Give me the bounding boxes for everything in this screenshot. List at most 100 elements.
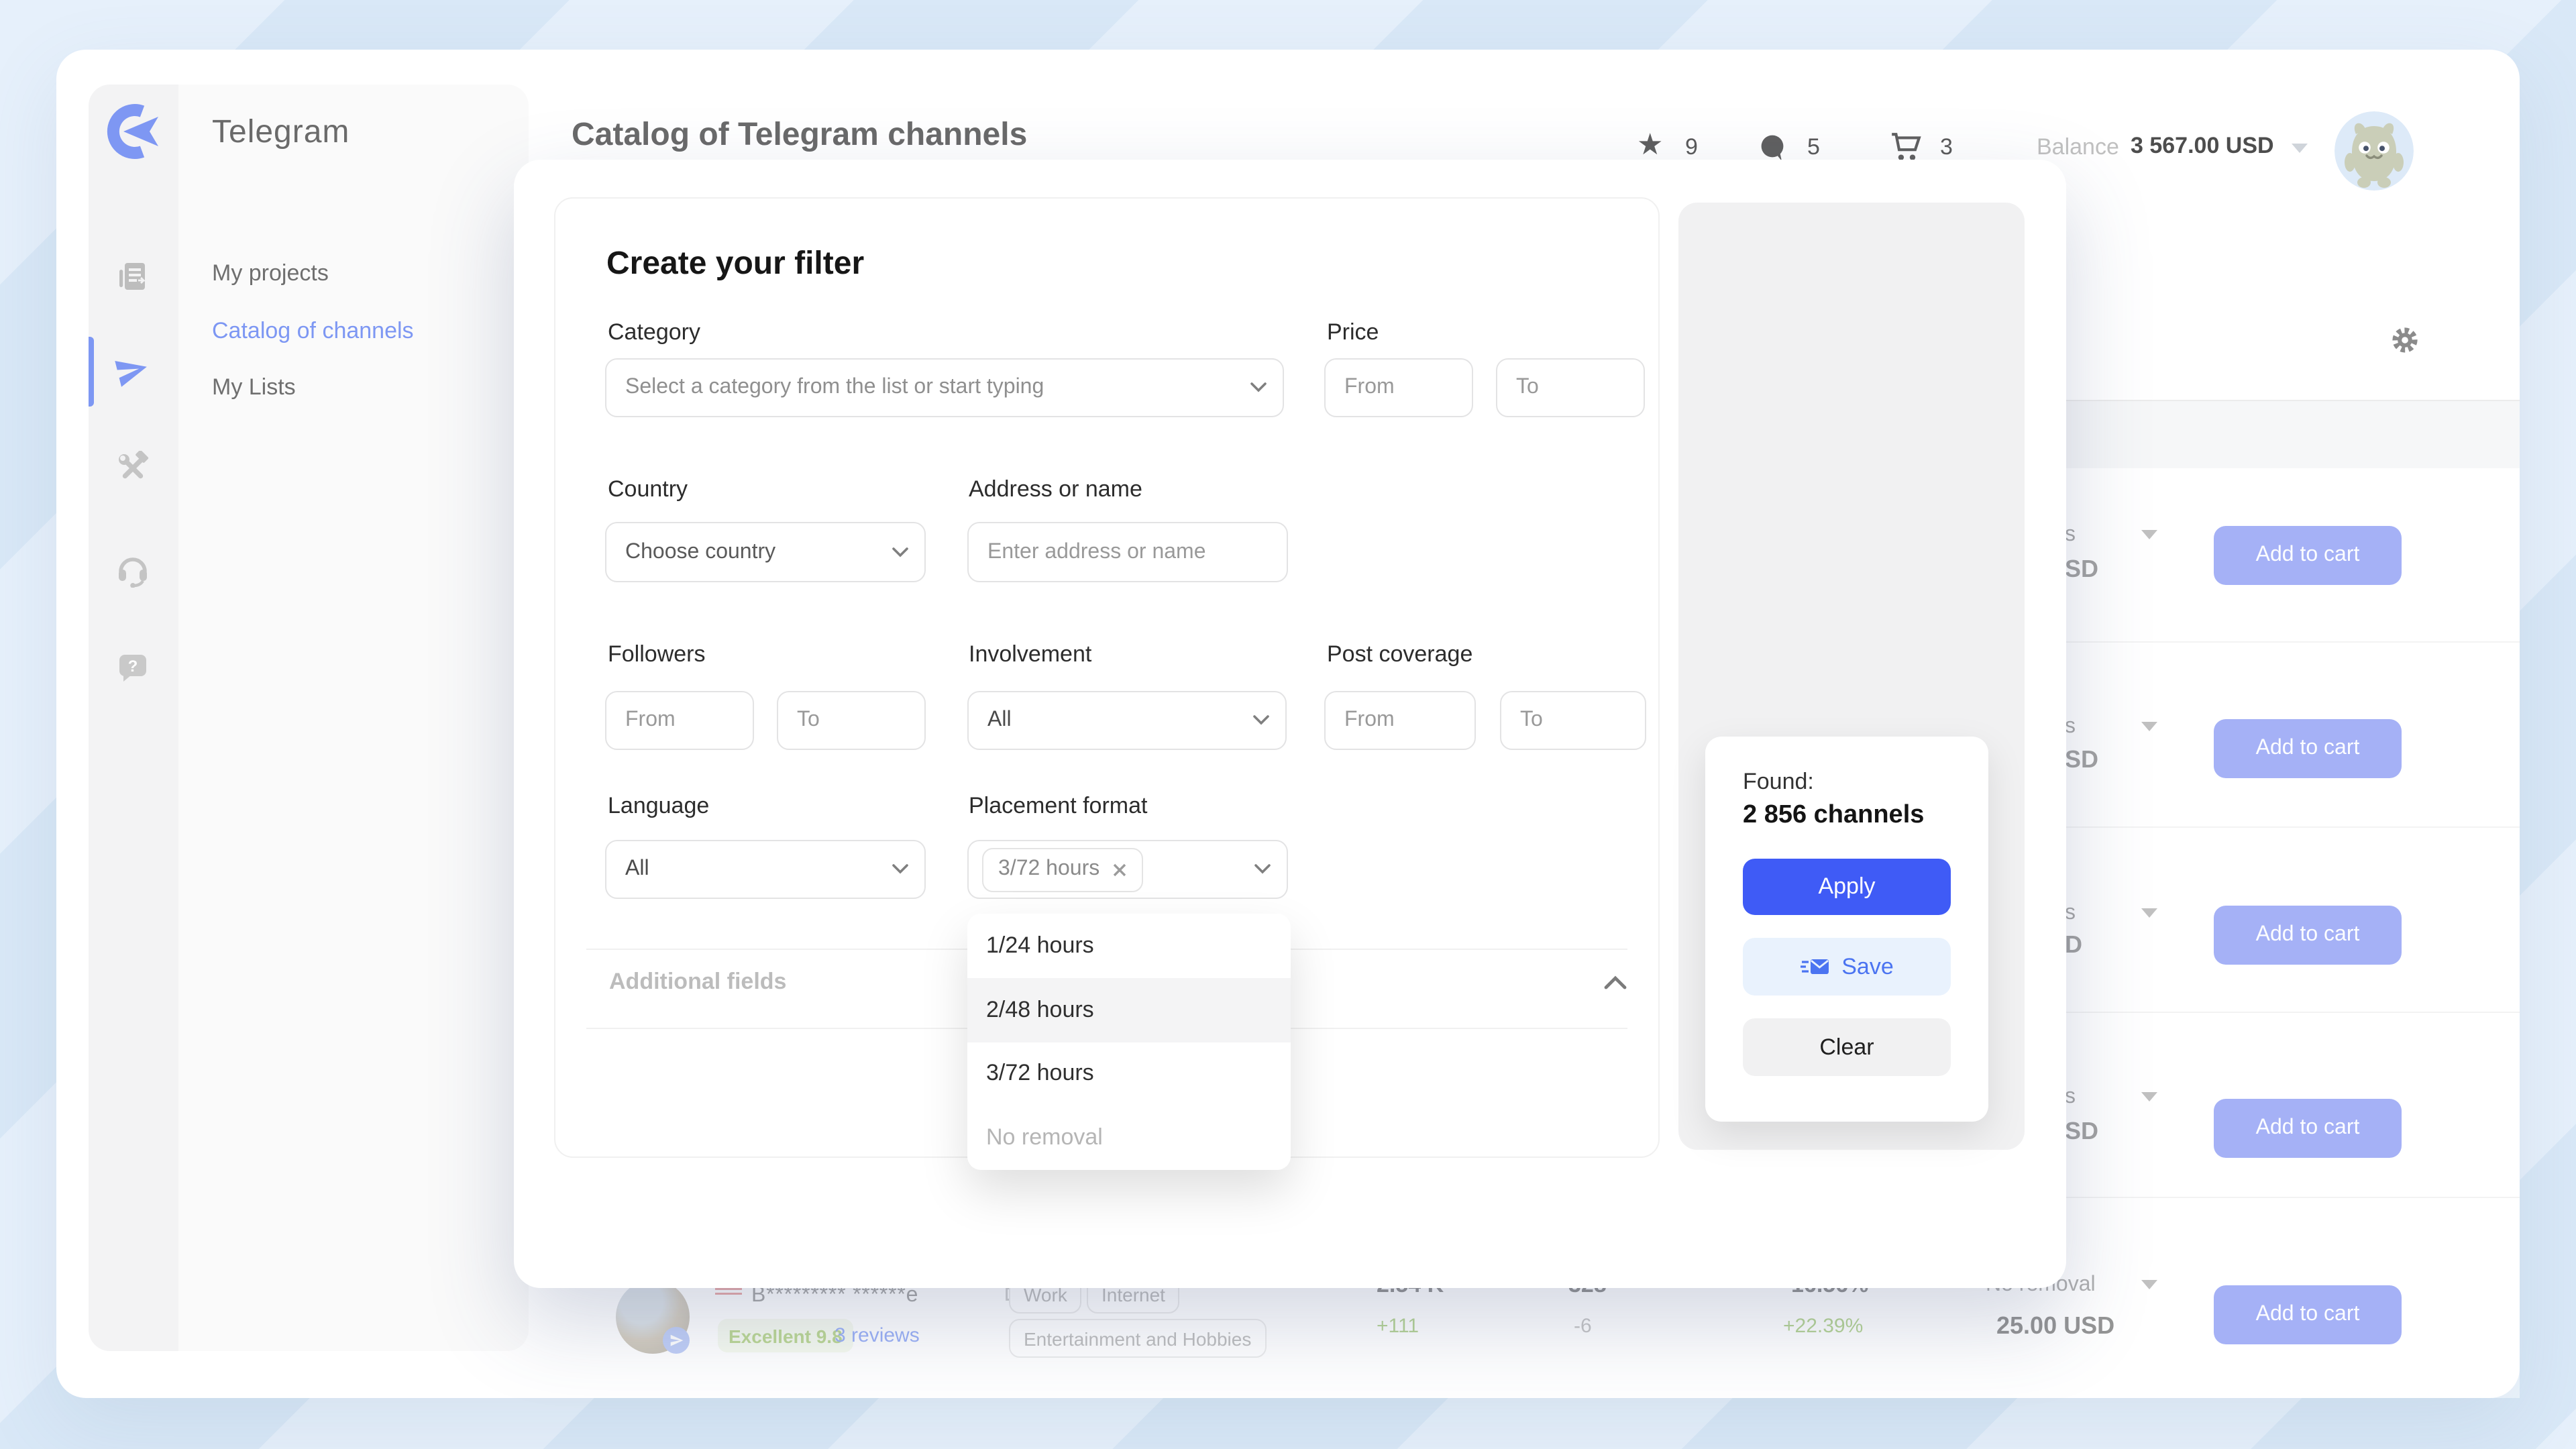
add-to-cart-button[interactable]: Add to cart <box>2214 906 2402 965</box>
row-price-text: SD <box>2065 746 2098 774</box>
additional-fields-label: Additional fields <box>609 969 786 996</box>
cart-count: 3 <box>1940 134 1953 161</box>
followers-to-input[interactable] <box>777 691 926 750</box>
placement-format-tag: 3/72 hours <box>982 847 1142 892</box>
price-label: Price <box>1327 319 1379 346</box>
brand-title: Telegram <box>212 114 350 152</box>
address-label: Address or name <box>969 476 1142 503</box>
row-format-caret-icon[interactable] <box>2141 1280 2157 1289</box>
row-format-text: s <box>2065 1085 2076 1110</box>
send-mail-icon <box>1800 957 1829 977</box>
user-avatar[interactable] <box>2334 111 2414 191</box>
favorites-star-icon[interactable]: ★ <box>1637 127 1663 162</box>
tools-icon[interactable] <box>115 451 150 486</box>
chevron-down-icon <box>1253 708 1269 733</box>
placement-format-select[interactable]: 3/72 hours <box>967 840 1288 899</box>
post-coverage-from-input[interactable] <box>1324 691 1476 750</box>
save-button-label: Save <box>1841 953 1894 980</box>
balance-label: Balance <box>2037 134 2119 161</box>
add-to-cart-button[interactable]: Add to cart <box>2214 1285 2402 1344</box>
help-chat-icon[interactable]: ? <box>115 649 150 684</box>
channel-tag: Entertainment and Hobbies <box>1009 1319 1266 1358</box>
clear-button[interactable]: Clear <box>1743 1018 1951 1076</box>
found-summary-card: Found: 2 856 channels Apply Save Clear <box>1705 737 1988 1122</box>
sidebar-item-my-lists[interactable]: My Lists <box>212 374 296 401</box>
svg-text:?: ? <box>128 657 138 676</box>
row-format-caret-icon[interactable] <box>2141 908 2157 918</box>
active-nav-indicator <box>89 337 94 407</box>
row-price-text: D <box>2065 931 2082 959</box>
er-delta: +22.39% <box>1783 1315 1863 1338</box>
price-to-input[interactable] <box>1496 358 1645 417</box>
balance-caret-icon[interactable] <box>2292 144 2308 153</box>
app-logo-icon[interactable] <box>103 102 162 161</box>
app: ? Telegram My projects Catalog of channe… <box>0 0 2576 1449</box>
save-button[interactable]: Save <box>1743 938 1951 996</box>
sidebar: ? Telegram My projects Catalog of channe… <box>89 85 529 1351</box>
placement-option-1-24-hours[interactable]: 1/24 hours <box>967 914 1291 978</box>
chevron-down-icon <box>1254 857 1271 881</box>
chevron-down-icon <box>1250 376 1267 400</box>
add-to-cart-button[interactable]: Add to cart <box>2214 526 2402 585</box>
involvement-label: Involvement <box>969 641 1091 668</box>
filter-modal: Create your filter Category Select a cat… <box>514 160 2066 1288</box>
country-placeholder: Choose country <box>625 540 775 564</box>
chevron-down-icon <box>892 857 908 881</box>
row-format-caret-icon[interactable] <box>2141 1092 2157 1102</box>
placement-format-dropdown: 1/24 hours 2/48 hours 3/72 hours No remo… <box>967 914 1291 1170</box>
placement-format-tag-label: 3/72 hours <box>998 857 1099 881</box>
balance-value[interactable]: 3 567.00 USD <box>2131 133 2274 160</box>
filter-modal-title: Create your filter <box>606 246 864 283</box>
row-format-text: s <box>2065 902 2076 926</box>
country-select[interactable]: Choose country <box>605 522 926 582</box>
address-input[interactable] <box>967 522 1288 582</box>
row-price-text: SD <box>2065 1118 2098 1146</box>
sidebar-icon-rail: ? <box>89 85 178 1351</box>
table-settings-gear-icon[interactable] <box>2391 326 2419 354</box>
category-label: Category <box>608 319 700 346</box>
row-format-text: s <box>2065 715 2076 739</box>
followers-delta: +111 <box>1377 1315 1419 1338</box>
followers-from-input[interactable] <box>605 691 754 750</box>
views-delta: -6 <box>1574 1315 1592 1338</box>
my-projects-icon[interactable] <box>115 259 150 294</box>
chevron-down-icon <box>892 540 908 564</box>
catalog-paper-plane-icon[interactable] <box>115 354 150 389</box>
language-label: Language <box>608 793 709 820</box>
row-format-caret-icon[interactable] <box>2141 530 2157 539</box>
involvement-value: All <box>987 708 1012 733</box>
post-coverage-to-input[interactable] <box>1500 691 1646 750</box>
row-price-text: SD <box>2065 555 2098 584</box>
placement-option-no-removal[interactable]: No removal <box>967 1106 1291 1171</box>
sidebar-item-my-projects[interactable]: My projects <box>212 260 329 287</box>
row-format-caret-icon[interactable] <box>2141 722 2157 731</box>
row-format-text: s <box>2065 523 2076 547</box>
post-coverage-label: Post coverage <box>1327 641 1472 668</box>
found-label: Found: <box>1743 769 1814 796</box>
category-select[interactable]: Select a category from the list or start… <box>605 358 1284 417</box>
sidebar-item-catalog-of-channels[interactable]: Catalog of channels <box>212 318 414 345</box>
language-value: All <box>625 857 649 881</box>
category-placeholder: Select a category from the list or start… <box>625 376 1044 400</box>
placement-format-label: Placement format <box>969 793 1147 820</box>
remove-tag-icon[interactable] <box>1112 862 1126 877</box>
channel-rating-badge: Excellent 9.8 <box>718 1319 853 1352</box>
messages-count: 5 <box>1807 134 1820 161</box>
placement-option-2-48-hours[interactable]: 2/48 hours <box>967 978 1291 1042</box>
favorites-count: 9 <box>1685 134 1698 161</box>
apply-button[interactable]: Apply <box>1743 859 1951 915</box>
language-select[interactable]: All <box>605 840 926 899</box>
country-label: Country <box>608 476 688 503</box>
add-to-cart-button[interactable]: Add to cart <box>2214 719 2402 778</box>
add-to-cart-button[interactable]: Add to cart <box>2214 1099 2402 1158</box>
found-value: 2 856 channels <box>1743 801 1924 830</box>
followers-label: Followers <box>608 641 706 668</box>
page-title: Catalog of Telegram channels <box>572 117 1027 154</box>
telegram-badge-icon <box>663 1327 690 1354</box>
channel-reviews-link[interactable]: 3 reviews <box>835 1324 920 1347</box>
price-from-input[interactable] <box>1324 358 1473 417</box>
involvement-select[interactable]: All <box>967 691 1287 750</box>
placement-option-3-72-hours[interactable]: 3/72 hours <box>967 1042 1291 1106</box>
collapse-chevron-up-icon[interactable] <box>1603 973 1627 997</box>
support-headset-icon[interactable] <box>115 553 150 588</box>
